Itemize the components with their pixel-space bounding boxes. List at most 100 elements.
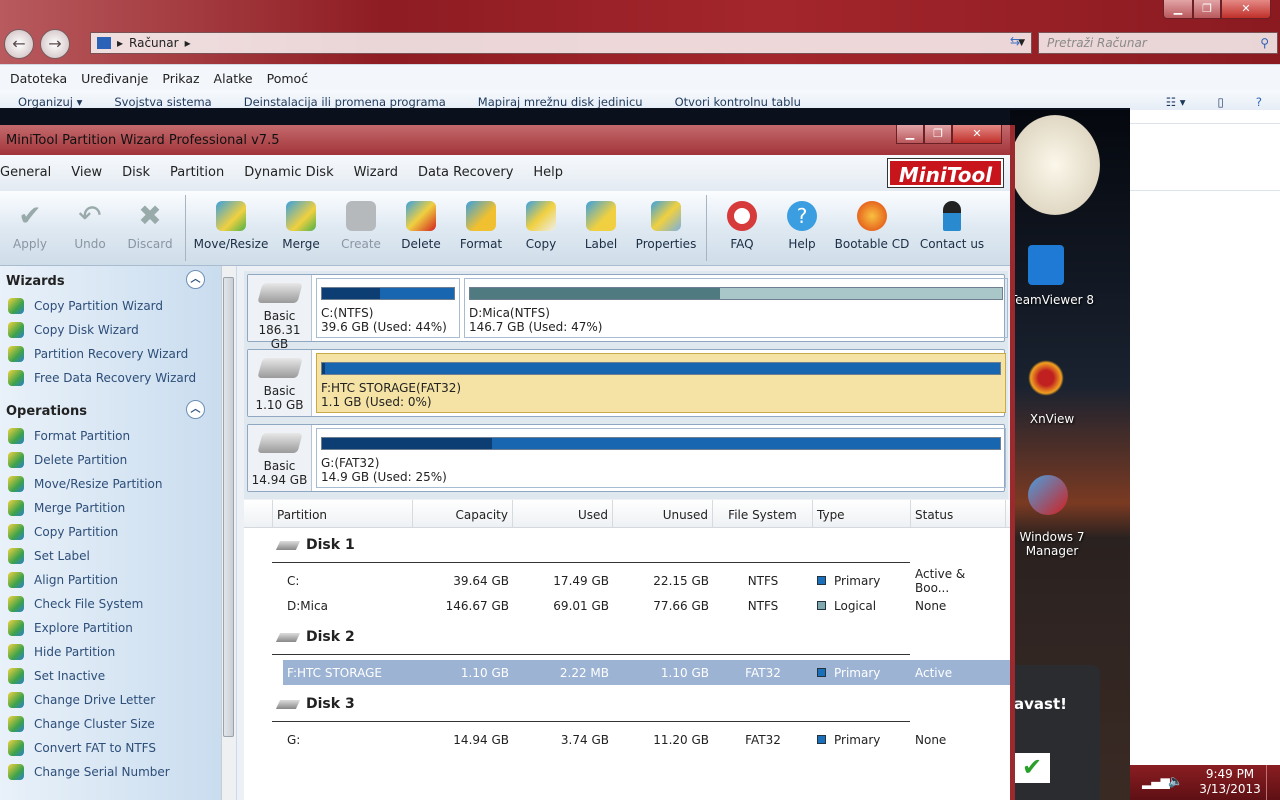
partition-block[interactable]: C:(NTFS) 39.6 GB (Used: 44%)	[316, 278, 460, 338]
disk-group-header[interactable]: Disk 1	[272, 528, 910, 563]
panel-item[interactable]: Free Data Recovery Wizard	[0, 366, 237, 390]
panel-item[interactable]: Move/Resize Partition	[0, 472, 237, 496]
windows7-manager-icon[interactable]	[1028, 475, 1068, 515]
col-type[interactable]: Type	[813, 500, 911, 527]
partition-block[interactable]: D:Mica(NTFS) 146.7 GB (Used: 47%)	[464, 278, 1008, 338]
panel-item[interactable]: Copy Partition Wizard	[0, 294, 237, 318]
panel-item[interactable]: Align Partition	[0, 568, 237, 592]
move-resize-button[interactable]: Move/Resize	[191, 191, 271, 265]
help-icon[interactable]: ?	[1256, 95, 1262, 109]
preview-pane-icon[interactable]: ▯	[1218, 95, 1224, 109]
format-button[interactable]: Format	[451, 191, 511, 265]
panel-item[interactable]: Change Cluster Size	[0, 712, 237, 736]
menu-dynamic-disk[interactable]: Dynamic Disk	[244, 165, 333, 191]
collapse-icon[interactable]: ︿	[186, 400, 205, 419]
scrollbar-thumb[interactable]	[223, 277, 234, 737]
disk-map-row[interactable]: Basic 14.94 GB G:(FAT32) 14.9 GB (Used: 25%…	[247, 424, 1006, 492]
clock-date[interactable]: 3/13/2013	[1190, 782, 1270, 796]
panel-item[interactable]: Set Inactive	[0, 664, 237, 688]
menu-general[interactable]: General	[0, 165, 51, 191]
panel-item[interactable]: Change Serial Number	[0, 760, 237, 784]
menu-alatke[interactable]: Alatke	[214, 71, 253, 86]
apply-button[interactable]: ✔ Apply	[0, 191, 60, 265]
teamviewer-icon[interactable]	[1028, 245, 1064, 285]
avast-gadget[interactable]: avast! ✔	[1010, 665, 1100, 800]
system-properties-button[interactable]: Svojstva sistema	[114, 95, 211, 109]
panel-item[interactable]: Merge Partition	[0, 496, 237, 520]
partition-block[interactable]: F:HTC STORAGE(FAT32) 1.1 GB (Used: 0%)	[316, 353, 1006, 413]
panel-item[interactable]: Explore Partition	[0, 616, 237, 640]
create-button[interactable]: Create	[331, 191, 391, 265]
panel-item[interactable]: Format Partition	[0, 424, 237, 448]
clock-time[interactable]: 9:49 PM	[1200, 767, 1260, 781]
desktop-icon-label[interactable]: Windows 7 Manager	[1014, 530, 1090, 558]
col-used[interactable]: Used	[513, 500, 613, 527]
disk-group-header[interactable]: Disk 2	[272, 620, 910, 655]
bootable-cd-button[interactable]: Bootable CD	[832, 191, 912, 265]
collapse-icon[interactable]: ︿	[186, 270, 205, 289]
delete-button[interactable]: Delete	[391, 191, 451, 265]
menu-uredivanje[interactable]: Uređivanje	[81, 71, 148, 86]
desktop-icon-label[interactable]: TeamViewer 8	[1010, 293, 1094, 307]
menu-data-recovery[interactable]: Data Recovery	[418, 165, 513, 191]
network-icon[interactable]: ▂▄▆	[1142, 775, 1170, 789]
col-unused[interactable]: Unused	[613, 500, 713, 527]
disk-map-row[interactable]: Basic 186.31 GB C:(NTFS) 39.6 GB (Used: 44%…	[247, 274, 1008, 351]
breadcrumb[interactable]: Računar	[129, 36, 179, 50]
col-status[interactable]: Status	[911, 500, 1006, 527]
discard-button[interactable]: ✖ Discard	[120, 191, 180, 265]
menu-disk[interactable]: Disk	[122, 165, 150, 191]
menu-prikaz[interactable]: Prikaz	[162, 71, 199, 86]
merge-button[interactable]: Merge	[271, 191, 331, 265]
panel-item[interactable]: Change Drive Letter	[0, 688, 237, 712]
desktop-icon-label[interactable]: XnView	[1010, 412, 1094, 426]
panel-item[interactable]: Check File System	[0, 592, 237, 616]
panel-item[interactable]: Hide Partition	[0, 640, 237, 664]
xnview-icon[interactable]	[1028, 360, 1064, 396]
app-minimize-button[interactable]: ▁	[896, 125, 924, 144]
panel-item[interactable]: Convert FAT to NTFS	[0, 736, 237, 760]
menu-datoteka[interactable]: Datoteka	[10, 71, 67, 86]
menu-partition[interactable]: Partition	[170, 165, 224, 191]
help-button[interactable]: ? Help	[772, 191, 832, 265]
map-network-drive-button[interactable]: Mapiraj mrežnu disk jedinicu	[478, 95, 643, 109]
panel-item[interactable]: Delete Partition	[0, 448, 237, 472]
table-row[interactable]: C: 39.64 GB 17.49 GB 22.15 GB NTFS Primary Act…	[283, 567, 1010, 595]
col-capacity[interactable]: Capacity	[413, 500, 513, 527]
volume-icon[interactable]: 🔈	[1168, 774, 1183, 788]
table-row[interactable]: F:HTC STORAGE 1.10 GB 2.22 MB 1.10 GB FAT32 P…	[283, 660, 1010, 685]
menu-view[interactable]: View	[71, 165, 102, 191]
refresh-icon[interactable]: ⇆	[1010, 34, 1020, 48]
undo-button[interactable]: ↶ Undo	[60, 191, 120, 265]
control-panel-button[interactable]: Otvori kontrolnu tablu	[675, 95, 801, 109]
menu-pomoc[interactable]: Pomoć	[267, 71, 308, 86]
app-close-button[interactable]: ✕	[952, 125, 1002, 144]
address-bar[interactable]: ▸ Računar ▸ ▼	[90, 32, 1032, 54]
menu-help[interactable]: Help	[533, 165, 563, 191]
forward-button[interactable]: →	[40, 29, 70, 59]
label-button[interactable]: Label	[571, 191, 631, 265]
panel-item[interactable]: Partition Recovery Wizard	[0, 342, 237, 366]
search-input[interactable]: Pretraži Računar ⚲	[1038, 32, 1278, 54]
col-partition[interactable]: Partition	[273, 500, 413, 527]
col-file-system[interactable]: File System	[713, 500, 813, 527]
table-row[interactable]: G: 14.94 GB 3.74 GB 11.20 GB FAT32 Primary Non…	[283, 727, 1010, 752]
clock-gadget[interactable]	[1010, 115, 1100, 215]
panel-item[interactable]: Set Label	[0, 544, 237, 568]
view-options-icon[interactable]: ☷ ▾	[1166, 95, 1186, 109]
partition-block[interactable]: G:(FAT32) 14.9 GB (Used: 25%)	[316, 428, 1006, 488]
table-row[interactable]: D:Mica 146.67 GB 69.01 GB 77.66 GB NTFS Logic…	[283, 593, 1010, 618]
maximize-button[interactable]: ❐	[1193, 0, 1221, 19]
organize-button[interactable]: Organizuj ▾	[18, 95, 82, 109]
disk-map-row[interactable]: Basic 1.10 GB F:HTC STORAGE(FAT32) 1.1 GB (…	[247, 349, 1006, 417]
disk-group-header[interactable]: Disk 3	[272, 687, 910, 722]
properties-button[interactable]: Properties	[631, 191, 701, 265]
panel-item[interactable]: Copy Partition	[0, 520, 237, 544]
app-maximize-button[interactable]: ❐	[924, 125, 952, 144]
menu-wizard[interactable]: Wizard	[354, 165, 398, 191]
show-desktop-button[interactable]	[1266, 765, 1280, 800]
minimize-button[interactable]: ▁	[1163, 0, 1193, 19]
faq-button[interactable]: FAQ	[712, 191, 772, 265]
uninstall-program-button[interactable]: Deinstalacija ili promena programa	[244, 95, 446, 109]
close-button[interactable]: ✕	[1221, 0, 1271, 19]
